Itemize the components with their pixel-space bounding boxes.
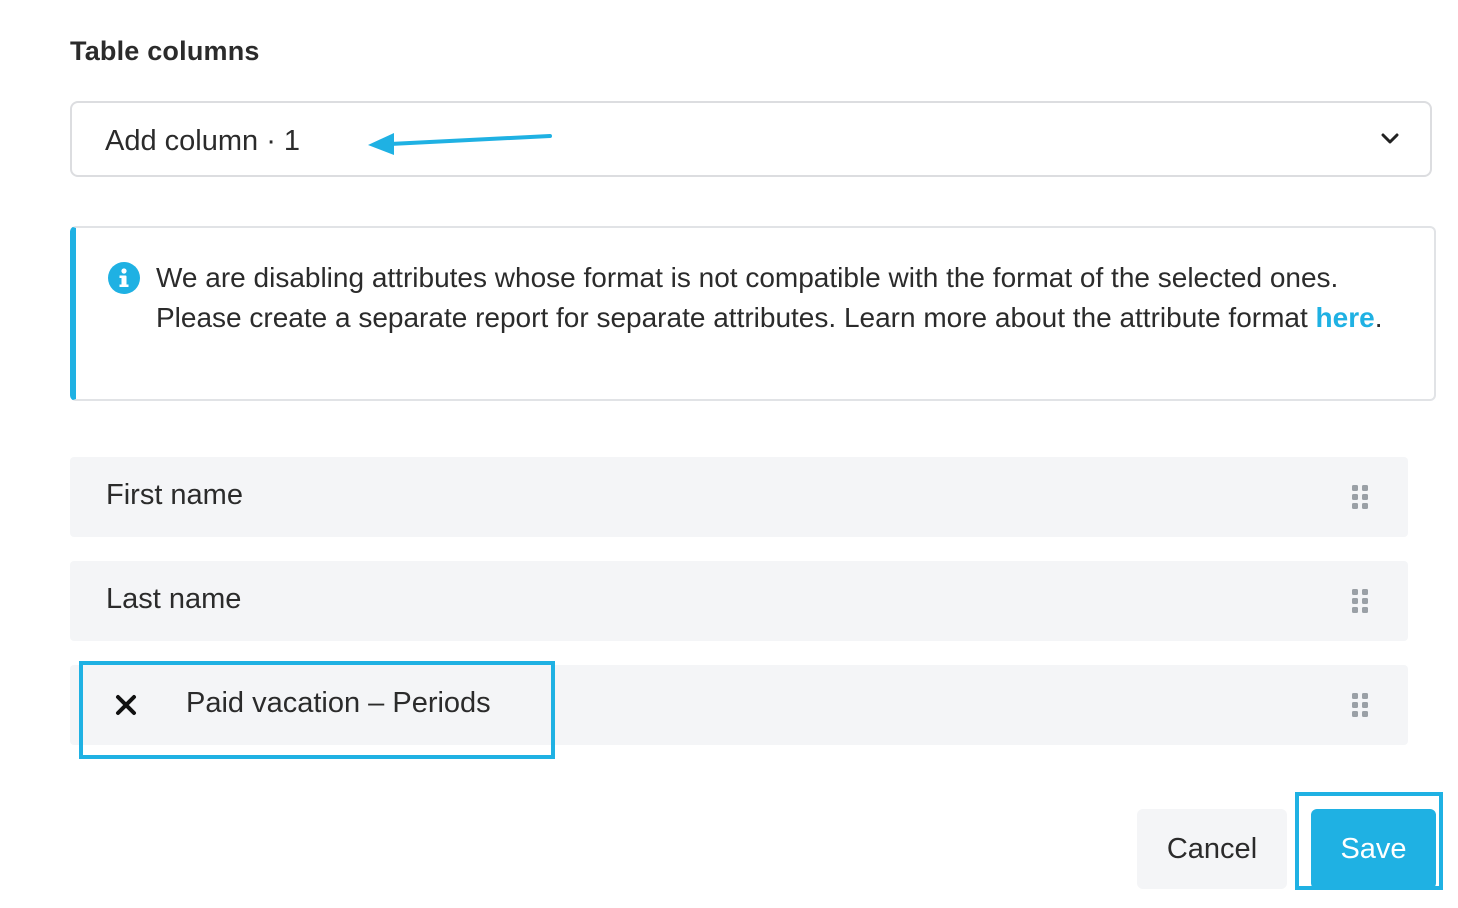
info-notice: We are disabling attributes whose format… [70,226,1436,401]
drag-handle-icon[interactable] [1350,484,1370,510]
add-column-label: Add column · 1 [105,125,301,157]
table-columns-panel: Table columns Add column · 1 We are disa… [0,0,1458,908]
section-title: Table columns [70,36,260,66]
column-row-last-name[interactable]: Last name [70,561,1408,641]
chevron-down-icon [1381,133,1399,144]
column-label: Paid vacation – Periods [186,687,491,719]
info-text-end: . [1374,302,1383,333]
cancel-button[interactable]: Cancel [1137,809,1287,889]
info-icon [108,262,140,294]
learn-more-link[interactable]: here [1316,302,1375,333]
close-icon[interactable] [114,693,138,717]
column-row-first-name[interactable]: First name [70,457,1408,537]
save-button[interactable]: Save [1311,809,1436,889]
column-row-paid-vacation[interactable]: Paid vacation – Periods [70,665,1408,745]
add-column-dropdown[interactable]: Add column · 1 [70,101,1432,177]
info-text: We are disabling attributes whose format… [156,262,1339,333]
drag-handle-icon[interactable] [1350,588,1370,614]
drag-handle-icon[interactable] [1350,692,1370,718]
info-message: We are disabling attributes whose format… [156,258,1386,338]
column-label: First name [106,479,243,511]
column-label: Last name [106,583,242,615]
